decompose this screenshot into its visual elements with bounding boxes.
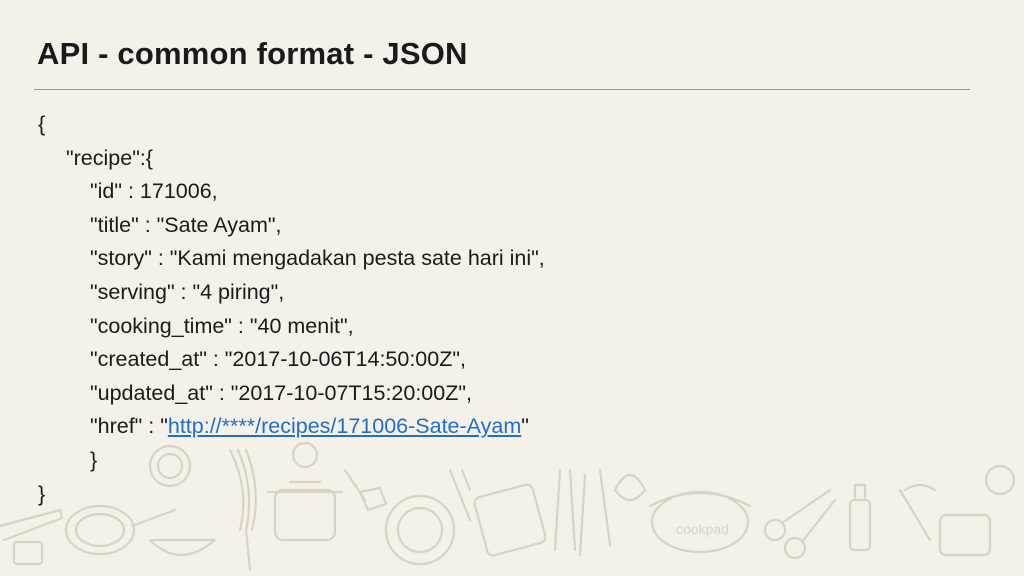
- title-divider: [34, 89, 970, 90]
- code-title-line: "title" : "Sate Ayam",: [90, 212, 282, 237]
- href-suffix: ": [521, 414, 529, 439]
- code-inner-close-brace: }: [90, 447, 98, 472]
- toaster-icon: [938, 513, 992, 557]
- code-updated-at-line: "updated_at" : "2017-10-07T15:20:00Z",: [90, 380, 472, 405]
- code-story-line: "story" : "Kami mengadakan pesta sate ha…: [90, 246, 545, 271]
- recipe-url-link[interactable]: http://****/recipes/171006-Sate-Ayam: [168, 414, 521, 438]
- slide: API - common format - JSON { "recipe":{ …: [0, 0, 1024, 576]
- code-serving-line: "serving" : "4 piring",: [90, 279, 285, 304]
- bottle-icon: [848, 498, 872, 552]
- bowl-icon: [148, 538, 217, 556]
- code-href-line: "href" : "http://****/recipes/171006-Sat…: [38, 410, 545, 444]
- code-id-line: "id" : 171006,: [90, 179, 218, 204]
- slide-title: API - common format - JSON: [37, 36, 468, 71]
- cookpad-logo-text: cookpad: [676, 521, 729, 537]
- code-cooking-time-line: "cooking_time" : "40 menit",: [90, 313, 354, 338]
- json-code-block: { "recipe":{ "id" : 171006, "title" : "S…: [38, 108, 545, 511]
- code-outer-close-brace: }: [38, 481, 46, 506]
- utensils-icon: [553, 468, 612, 557]
- scissors-icon: [763, 518, 787, 542]
- pan-icon: [64, 504, 136, 556]
- href-prefix: "href" : ": [90, 414, 168, 439]
- code-created-at-line: "created_at" : "2017-10-06T14:50:00Z",: [90, 347, 466, 372]
- code-recipe-key: "recipe":{: [66, 145, 153, 170]
- code-open-brace: {: [38, 112, 46, 136]
- cookpad-logo-icon: [650, 490, 750, 554]
- knife-icon: [0, 508, 64, 542]
